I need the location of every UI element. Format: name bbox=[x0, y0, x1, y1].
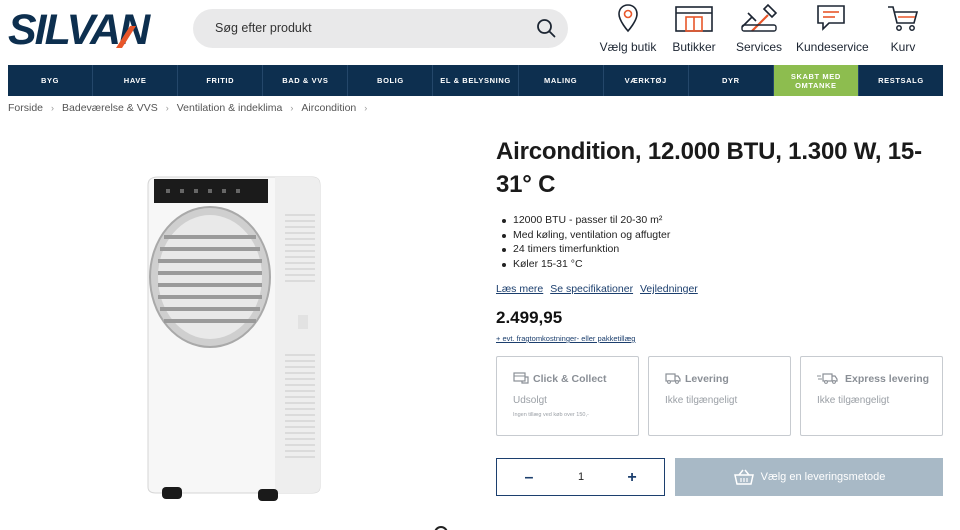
nav-item-fritid[interactable]: FRITID bbox=[178, 65, 264, 96]
specifications-link[interactable]: Se specifikationer bbox=[550, 283, 633, 295]
nav-item-restsalg[interactable]: RESTSALG bbox=[859, 65, 943, 96]
product-links: Læs mere Se specifikationer Vejledninger bbox=[496, 283, 702, 295]
header-item-label: Services bbox=[735, 40, 782, 54]
header-stores[interactable]: Butikker bbox=[669, 3, 719, 59]
product-image[interactable] bbox=[140, 175, 325, 510]
breadcrumb: Forside › Badeværelse & VVS › Ventilatio… bbox=[8, 102, 375, 114]
delivery-option-click-collect[interactable]: Click & Collect Udsolgt Ingen tillæg ved… bbox=[496, 356, 639, 436]
header-choose-store[interactable]: Vælg butik bbox=[598, 3, 658, 59]
site-header: SILVAN Søg efter produkt Vælg butik Buti… bbox=[0, 0, 960, 62]
option-title: Levering bbox=[685, 373, 729, 385]
option-status: Ikke tilgængeligt bbox=[817, 395, 890, 406]
product-price: 2.499,95 bbox=[496, 308, 563, 327]
nav-item-dyr[interactable]: DYR bbox=[689, 65, 774, 96]
product-highlights: 12000 BTU - passer til 20-30 m² Med køli… bbox=[500, 213, 670, 271]
header-cart[interactable]: Kurv bbox=[880, 3, 926, 59]
basket-icon bbox=[733, 469, 754, 485]
highlight-item: 12000 BTU - passer til 20-30 m² bbox=[500, 213, 670, 228]
shipping-note-link[interactable]: + evt. fragtomkostninger- eller pakketil… bbox=[496, 334, 635, 343]
nav-item-have[interactable]: HAVE bbox=[93, 65, 179, 96]
breadcrumb-item[interactable]: Aircondition bbox=[301, 102, 356, 114]
loading-spinner-icon bbox=[434, 526, 448, 530]
main-nav: BYG HAVE FRITID BAD & VVS BOLIG EL & BEL… bbox=[8, 65, 943, 96]
header-item-label: Butikker bbox=[672, 40, 716, 54]
chevron-right-icon: › bbox=[51, 103, 55, 113]
breadcrumb-item[interactable]: Badeværelse & VVS bbox=[62, 102, 158, 114]
highlight-item: Køler 15-31 °C bbox=[500, 257, 670, 272]
header-item-label: Vælg butik bbox=[599, 40, 657, 54]
chevron-right-icon: › bbox=[165, 103, 169, 113]
delivery-option-levering[interactable]: Levering Ikke tilgængeligt bbox=[648, 356, 791, 436]
option-status: Udsolgt bbox=[513, 395, 547, 406]
read-more-link[interactable]: Læs mere bbox=[496, 283, 543, 295]
nav-item-maling[interactable]: MALING bbox=[519, 65, 604, 96]
header-item-label: Kundeservice bbox=[796, 40, 869, 54]
product-title: Aircondition, 12.000 BTU, 1.300 W, 15-31… bbox=[496, 138, 922, 198]
nav-item-el-belysning[interactable]: EL & BELYSNING bbox=[433, 65, 519, 96]
guides-link[interactable]: Vejledninger bbox=[640, 283, 698, 295]
header-customer-service[interactable]: Kundeservice bbox=[796, 3, 869, 59]
search-input[interactable]: Søg efter produkt bbox=[215, 21, 312, 35]
click-collect-icon bbox=[513, 372, 529, 384]
breadcrumb-item[interactable]: Ventilation & indeklima bbox=[177, 102, 283, 114]
chevron-right-icon: › bbox=[290, 103, 294, 113]
store-icon bbox=[675, 6, 713, 32]
search-bar[interactable]: Søg efter produkt bbox=[193, 9, 568, 48]
nav-item-vaerktoej[interactable]: VÆRKTØJ bbox=[604, 65, 689, 96]
highlight-item: 24 timers timerfunktion bbox=[500, 242, 670, 257]
chevron-right-icon: › bbox=[364, 103, 368, 113]
chat-icon bbox=[817, 5, 845, 31]
highlight-item: Med køling, ventilation og affugter bbox=[500, 228, 670, 243]
option-status: Ikke tilgængeligt bbox=[665, 395, 738, 406]
nav-item-byg[interactable]: BYG bbox=[8, 65, 94, 96]
silvan-logo[interactable]: SILVAN bbox=[8, 8, 186, 50]
truck-icon bbox=[665, 373, 681, 384]
tools-icon bbox=[741, 3, 778, 32]
express-truck-icon bbox=[817, 373, 838, 384]
quantity-decrease-button[interactable]: – bbox=[517, 469, 541, 487]
search-icon[interactable] bbox=[536, 18, 556, 38]
nav-item-bolig[interactable]: BOLIG bbox=[348, 65, 434, 96]
choose-delivery-button[interactable]: Vælg en leveringsmetode bbox=[675, 458, 943, 496]
quantity-stepper: – 1 + bbox=[496, 458, 665, 496]
quantity-input[interactable]: 1 bbox=[567, 471, 595, 483]
breadcrumb-item[interactable]: Forside bbox=[8, 102, 43, 114]
delivery-option-express[interactable]: Express levering Ikke tilgængeligt bbox=[800, 356, 943, 436]
header-services[interactable]: Services bbox=[734, 3, 784, 59]
header-item-label: Kurv bbox=[890, 40, 916, 54]
option-title: Express levering bbox=[845, 373, 930, 385]
map-pin-icon bbox=[618, 4, 638, 33]
cart-icon bbox=[888, 6, 919, 31]
quantity-increase-button[interactable]: + bbox=[620, 469, 644, 487]
nav-item-skabt-med-omtanke[interactable]: SKABT MED OMTANKE bbox=[773, 65, 859, 96]
choose-delivery-label: Vælg en leveringsmetode bbox=[760, 471, 886, 483]
option-note: Ingen tillæg ved køb over 150,- bbox=[513, 412, 589, 418]
nav-item-bad-vvs[interactable]: BAD & VVS bbox=[263, 65, 349, 96]
option-title: Click & Collect bbox=[533, 373, 607, 385]
